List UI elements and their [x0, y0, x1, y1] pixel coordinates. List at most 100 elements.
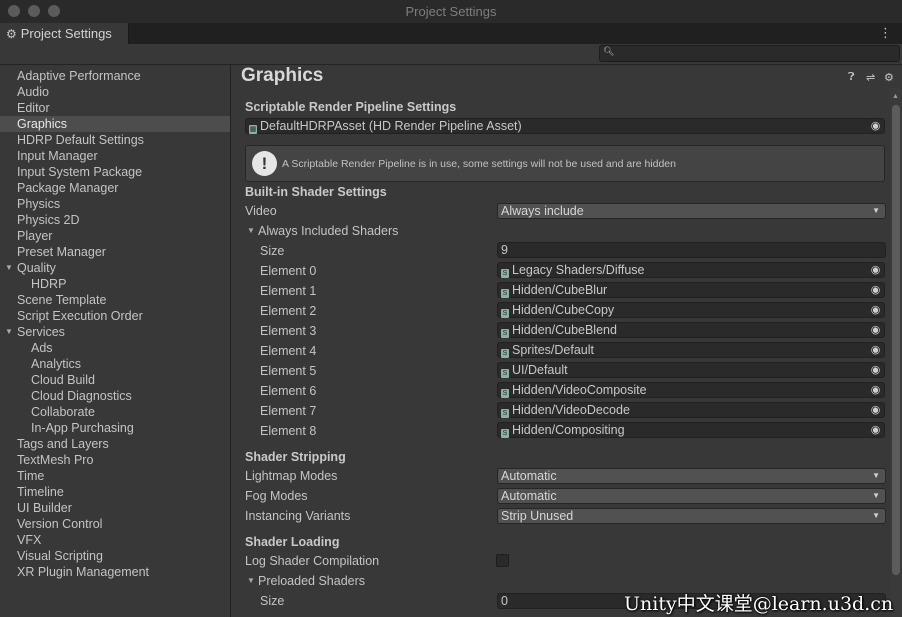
shader-element-label: Element 0 — [260, 264, 317, 278]
sidebar-item-scene-template[interactable]: Scene Template — [17, 292, 106, 308]
shader-element-field[interactable]: S Hidden/CubeBlur — [497, 282, 868, 298]
shader-size-input[interactable]: 9 — [497, 242, 886, 258]
sidebar-item-vfx[interactable]: VFX — [17, 532, 41, 548]
shader-element-field[interactable]: S Legacy Shaders/Diffuse — [497, 262, 868, 278]
sidebar-item-package-manager[interactable]: Package Manager — [17, 180, 118, 196]
watermark: Unity中文课堂@learn.u3d.cn — [624, 593, 894, 615]
shader-element-field[interactable]: S Hidden/Compositing — [497, 422, 868, 438]
object-picker-icon[interactable]: ◉ — [867, 382, 885, 398]
object-picker-icon[interactable]: ◉ — [867, 362, 885, 378]
lightmap-modes-dropdown[interactable]: Automatic ▼ — [497, 468, 886, 484]
chevron-down-icon[interactable]: ▼ — [5, 260, 13, 276]
object-picker-icon[interactable]: ◉ — [867, 282, 885, 298]
sidebar-item-audio[interactable]: Audio — [17, 84, 49, 100]
graphics-panel: Graphics ❓︎ ⇌ ⚙ Scriptable Render Pipeli… — [231, 65, 902, 617]
sidebar-item-timeline[interactable]: Timeline — [17, 484, 64, 500]
gear-icon[interactable]: ⚙ — [884, 71, 894, 84]
lightmap-modes-value: Automatic — [501, 469, 557, 483]
shader-element-field[interactable]: S UI/Default — [497, 362, 868, 378]
log-shader-compilation-checkbox[interactable] — [496, 554, 509, 567]
object-picker-icon[interactable]: ◉ — [867, 422, 885, 438]
search-row: 🔍︎ — [0, 44, 902, 65]
chevron-down-icon[interactable]: ▼ — [247, 223, 255, 239]
shader-icon: S — [501, 289, 509, 298]
help-box: ! A Scriptable Render Pipeline is in use… — [245, 145, 885, 182]
search-input[interactable]: 🔍︎ — [599, 45, 900, 62]
tab-bar: ⚙ Project Settings ⋮ — [0, 23, 902, 44]
sidebar-item-cloud-diagnostics[interactable]: Cloud Diagnostics — [31, 388, 132, 404]
object-picker-icon[interactable]: ◉ — [867, 302, 885, 318]
shader-icon: S — [501, 309, 509, 318]
shader-element-value: Hidden/CubeCopy — [512, 303, 615, 317]
preset-icon[interactable]: ⇌ — [866, 71, 875, 84]
fog-modes-dropdown[interactable]: Automatic ▼ — [497, 488, 886, 504]
chevron-down-icon[interactable]: ▼ — [5, 324, 13, 340]
sidebar-item-textmesh-pro[interactable]: TextMesh Pro — [17, 452, 93, 468]
sidebar-item-services[interactable]: Services — [17, 324, 65, 340]
title-bar: Project Settings — [0, 0, 902, 24]
fog-modes-value: Automatic — [501, 489, 557, 503]
sidebar-item-cloud-build[interactable]: Cloud Build — [31, 372, 95, 388]
lightmap-modes-label: Lightmap Modes — [245, 469, 338, 483]
sidebar-item-time[interactable]: Time — [17, 468, 44, 484]
sidebar-item-hdrp-default-settings[interactable]: HDRP Default Settings — [17, 132, 144, 148]
video-dropdown[interactable]: Always include ▼ — [497, 203, 886, 219]
shader-element-field[interactable]: S Hidden/CubeCopy — [497, 302, 868, 318]
object-picker-icon[interactable]: ◉ — [867, 402, 885, 418]
shader-element-field[interactable]: S Hidden/CubeBlend — [497, 322, 868, 338]
sidebar-item-adaptive-performance[interactable]: Adaptive Performance — [17, 68, 141, 84]
shader-element-field[interactable]: S Hidden/VideoComposite — [497, 382, 868, 398]
sidebar-item-physics[interactable]: Physics — [17, 196, 60, 212]
shader-element-value: Legacy Shaders/Diffuse — [512, 263, 645, 277]
preloaded-shaders-foldout[interactable]: Preloaded Shaders — [258, 574, 365, 588]
video-label: Video — [245, 204, 277, 218]
sidebar-item-editor[interactable]: Editor — [17, 100, 50, 116]
help-text: A Scriptable Render Pipeline is in use, … — [282, 158, 676, 170]
sidebar-item-version-control[interactable]: Version Control — [17, 516, 102, 532]
object-picker-icon[interactable]: ◉ — [867, 322, 885, 338]
sidebar-item-physics-2d[interactable]: Physics 2D — [17, 212, 80, 228]
render-pipeline-asset-icon: ▦ — [249, 125, 257, 134]
shader-element-value: Hidden/Compositing — [512, 423, 625, 437]
scroll-up-icon[interactable]: ▲ — [892, 93, 899, 100]
vertical-scrollbar[interactable]: ▲ — [890, 88, 902, 617]
sidebar-item-in-app-purchasing[interactable]: In-App Purchasing — [31, 420, 134, 436]
srp-asset-value: DefaultHDRPAsset (HD Render Pipeline Ass… — [260, 119, 522, 133]
always-included-shaders-foldout[interactable]: Always Included Shaders — [258, 224, 398, 238]
builtin-section-header: Built-in Shader Settings — [245, 185, 387, 199]
gear-icon: ⚙ — [6, 26, 17, 41]
sidebar-item-input-system-package[interactable]: Input System Package — [17, 164, 142, 180]
sidebar-item-xr-plugin-management[interactable]: XR Plugin Management — [17, 564, 149, 580]
help-icon[interactable]: ❓︎ — [848, 71, 855, 84]
tab-label: Project Settings — [20, 26, 112, 41]
sidebar-item-analytics[interactable]: Analytics — [31, 356, 81, 372]
page-title: Graphics — [241, 65, 324, 86]
sidebar-item-graphics[interactable]: Graphics — [0, 116, 230, 132]
tab-project-settings[interactable]: ⚙ Project Settings — [0, 23, 129, 44]
shader-element-field[interactable]: S Sprites/Default — [497, 342, 868, 358]
sidebar-item-player[interactable]: Player — [17, 228, 52, 244]
sidebar-item-input-manager[interactable]: Input Manager — [17, 148, 98, 164]
search-icon: 🔍︎ — [603, 46, 615, 56]
sidebar-item-preset-manager[interactable]: Preset Manager — [17, 244, 106, 260]
sidebar-item-ads[interactable]: Ads — [31, 340, 53, 356]
sidebar-item-collaborate[interactable]: Collaborate — [31, 404, 95, 420]
object-picker-icon[interactable]: ◉ — [867, 262, 885, 278]
object-picker-icon[interactable]: ◉ — [867, 118, 885, 134]
srp-asset-field[interactable]: ▦ DefaultHDRPAsset (HD Render Pipeline As… — [245, 118, 868, 134]
sidebar-item-hdrp[interactable]: HDRP — [31, 276, 66, 292]
shader-icon: S — [501, 269, 509, 278]
sidebar-item-tags-and-layers[interactable]: Tags and Layers — [17, 436, 109, 452]
instancing-variants-dropdown[interactable]: Strip Unused ▼ — [497, 508, 886, 524]
more-options-icon[interactable]: ⋮ — [879, 25, 892, 41]
chevron-down-icon[interactable]: ▼ — [247, 573, 255, 589]
scroll-thumb[interactable] — [892, 105, 900, 575]
shader-element-field[interactable]: S Hidden/VideoDecode — [497, 402, 868, 418]
chevron-down-icon: ▼ — [872, 511, 880, 520]
sidebar-item-quality[interactable]: Quality — [17, 260, 56, 276]
sidebar-item-visual-scripting[interactable]: Visual Scripting — [17, 548, 103, 564]
shader-element-label: Element 6 — [260, 384, 317, 398]
object-picker-icon[interactable]: ◉ — [867, 342, 885, 358]
sidebar-item-script-execution-order[interactable]: Script Execution Order — [17, 308, 143, 324]
sidebar-item-ui-builder[interactable]: UI Builder — [17, 500, 72, 516]
